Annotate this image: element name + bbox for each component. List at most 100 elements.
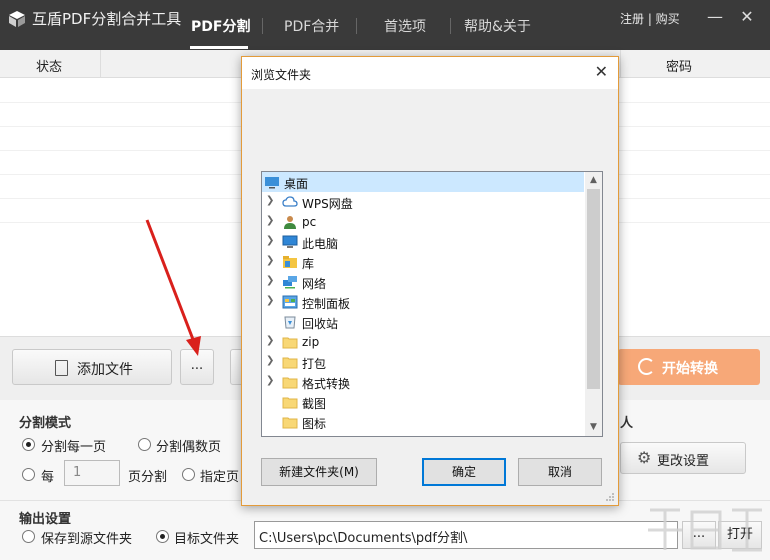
folder-icon <box>282 377 298 389</box>
settings-side-label: 人 <box>620 416 634 431</box>
tree-item-wps-cloud[interactable]: ❯ WPS网盘 <box>262 192 584 212</box>
dialog-title: 浏览文件夹 <box>251 68 312 82</box>
tab-pdf-split[interactable]: PDF分割 <box>191 16 250 36</box>
watermark-logo-icon <box>648 508 762 552</box>
document-icon <box>55 360 68 376</box>
tree-item-folder-icons[interactable]: 图标 <box>262 412 584 432</box>
column-divider <box>620 50 621 78</box>
tree-item-label: 控制面板 <box>302 297 351 311</box>
tab-preferences[interactable]: 首选项 <box>384 16 426 36</box>
close-icon[interactable]: ✕ <box>738 8 756 26</box>
target-folder-label: 目标文件夹 <box>174 532 240 547</box>
app-title: 互盾PDF分割合并工具 <box>32 10 182 28</box>
scrollbar-thumb[interactable] <box>587 189 600 389</box>
split-mode-title: 分割模式 <box>19 416 72 431</box>
radio-split-even-pages[interactable] <box>138 438 151 451</box>
tree-item-label: 此电脑 <box>302 237 339 251</box>
change-settings-label: 更改设置 <box>657 454 710 469</box>
tree-item-label: 回收站 <box>302 317 339 331</box>
tab-help-about[interactable]: 帮助&关于 <box>464 16 531 36</box>
tab-separator <box>262 18 263 34</box>
resize-grip-icon[interactable] <box>605 492 615 502</box>
tree-item-control-panel[interactable]: ❯ 控制面板 <box>262 292 584 312</box>
radio-target-folder[interactable] <box>156 530 169 543</box>
tree-item-desktop[interactable]: 桌面 <box>262 172 584 192</box>
library-icon <box>283 256 297 268</box>
tree-item-library[interactable]: ❯ 库 <box>262 252 584 272</box>
desktop-icon <box>265 177 279 189</box>
tree-item-label: 打包 <box>302 357 327 371</box>
tree-item-user-pc[interactable]: ❯ pc <box>262 212 584 232</box>
tree-item-label: WPS网盘 <box>302 197 353 211</box>
tree-item-label: 截图 <box>302 397 327 411</box>
change-settings-button[interactable]: ⚙ 更改设置 <box>620 442 746 474</box>
app-logo-icon <box>9 11 25 27</box>
gear-icon: ⚙ <box>637 448 652 467</box>
chevron-right-icon[interactable]: ❯ <box>266 355 274 366</box>
pages-split-label: 页分割 <box>128 470 168 485</box>
pages-per-split-input[interactable]: 1 <box>64 460 120 486</box>
tree-item-label: 网络 <box>302 277 327 291</box>
tree-scrollbar[interactable]: ▲ ▼ <box>585 172 602 436</box>
split-even-pages-label: 分割偶数页 <box>156 440 222 455</box>
tree-item-recycle-bin[interactable]: 回收站 <box>262 312 584 332</box>
user-icon <box>284 216 296 229</box>
cloud-icon <box>282 196 298 207</box>
split-each-page-label: 分割每一页 <box>41 440 107 455</box>
chevron-right-icon[interactable]: ❯ <box>266 275 274 286</box>
column-header-status[interactable]: 状态 <box>36 56 62 75</box>
split-every-label: 每 <box>41 470 55 485</box>
cancel-button[interactable]: 取消 <box>518 458 602 486</box>
title-bar: 互盾PDF分割合并工具 PDF分割 PDF合并 首选项 帮助&关于 注册 | 购… <box>0 0 770 50</box>
chevron-right-icon[interactable]: ❯ <box>266 255 274 266</box>
split-specified-label: 指定页 <box>200 470 240 485</box>
folder-tree[interactable]: 桌面 ❯ WPS网盘 ❯ pc ❯ 此电脑 ❯ 库 ❯ 网络 ❯ 控制面板 回收… <box>261 171 603 437</box>
network-icon <box>283 276 297 289</box>
chevron-right-icon[interactable]: ❯ <box>266 195 274 206</box>
register-buy-link[interactable]: 注册 | 购买 <box>620 10 680 27</box>
chevron-right-icon[interactable]: ❯ <box>266 235 274 246</box>
tree-item-label: zip <box>302 335 320 349</box>
tree-item-folder-zip[interactable]: ❯ zip <box>262 332 584 352</box>
tree-item-label: pc <box>302 215 317 229</box>
column-divider <box>100 50 101 78</box>
new-folder-button[interactable]: 新建文件夹(M) <box>261 458 377 486</box>
more-options-button[interactable]: ... <box>180 349 214 385</box>
browse-folder-dialog: 浏览文件夹 ✕ 桌面 ❯ WPS网盘 ❯ pc ❯ 此电脑 ❯ 库 ❯ 网络 ❯… <box>241 56 619 506</box>
chevron-right-icon[interactable]: ❯ <box>266 295 274 306</box>
radio-split-every-n[interactable] <box>22 468 35 481</box>
add-file-label: 添加文件 <box>77 362 133 378</box>
column-header-password[interactable]: 密码 <box>666 56 692 75</box>
tree-item-this-pc[interactable]: ❯ 此电脑 <box>262 232 584 252</box>
ok-button[interactable]: 确定 <box>422 458 506 486</box>
chevron-right-icon[interactable]: ❯ <box>266 375 274 386</box>
tab-separator <box>356 18 357 34</box>
folder-icon <box>282 397 298 409</box>
tree-item-folder-convert[interactable]: ❯ 格式转换 <box>262 372 584 392</box>
tab-pdf-merge[interactable]: PDF合并 <box>284 16 339 36</box>
scroll-down-icon[interactable]: ▼ <box>585 419 602 436</box>
folder-icon <box>282 417 298 429</box>
output-path-input[interactable]: C:\Users\pc\Documents\pdf分割\ <box>254 521 678 549</box>
tab-separator <box>450 18 451 34</box>
tree-item-label: 格式转换 <box>302 377 351 391</box>
computer-icon <box>282 235 298 248</box>
start-convert-label: 开始转换 <box>662 361 718 377</box>
dialog-close-icon[interactable]: ✕ <box>595 62 608 81</box>
scroll-up-icon[interactable]: ▲ <box>585 172 602 189</box>
folder-icon <box>282 337 298 349</box>
add-file-button[interactable]: 添加文件 <box>12 349 172 385</box>
start-convert-button[interactable]: 开始转换 <box>618 349 760 385</box>
radio-split-each-page[interactable] <box>22 438 35 451</box>
chevron-right-icon[interactable]: ❯ <box>266 215 274 226</box>
chevron-right-icon[interactable]: ❯ <box>266 335 274 346</box>
save-to-source-label: 保存到源文件夹 <box>41 532 133 547</box>
radio-split-specified[interactable] <box>182 468 195 481</box>
tree-item-folder-screenshot[interactable]: 截图 <box>262 392 584 412</box>
dialog-title-bar: 浏览文件夹 ✕ <box>242 57 618 89</box>
radio-save-to-source[interactable] <box>22 530 35 543</box>
tree-item-folder-package[interactable]: ❯ 打包 <box>262 352 584 372</box>
tree-item-network[interactable]: ❯ 网络 <box>262 272 584 292</box>
output-settings-title: 输出设置 <box>19 512 72 527</box>
minimize-icon[interactable]: — <box>706 8 724 26</box>
